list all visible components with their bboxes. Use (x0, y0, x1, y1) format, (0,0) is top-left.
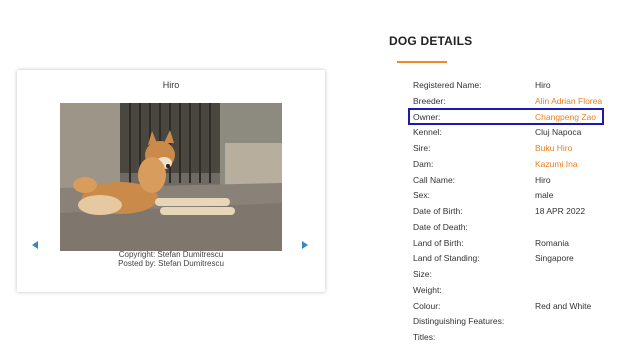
detail-value: 18 APR 2022 (535, 206, 586, 216)
detail-value: male (535, 190, 554, 201)
detail-value-link[interactable]: Kazumi Ina (535, 159, 578, 169)
detail-label: Registered Name: (413, 80, 482, 90)
detail-label: Breeder: (413, 95, 446, 106)
detail-value-link[interactable]: Alin Adrian Florea (535, 96, 602, 106)
heading-underline (397, 61, 447, 63)
detail-value: Hiro (535, 174, 551, 185)
dog-photo[interactable] (60, 103, 282, 251)
detail-row: Land of Standing: Singapore (413, 253, 613, 267)
detail-value: Romania (535, 237, 570, 248)
detail-label: Weight: (413, 284, 442, 295)
detail-label: Land of Birth: (413, 237, 464, 248)
detail-row: Date of Birth: 18 APR 2022 (413, 206, 613, 220)
detail-label: Dam: (413, 158, 434, 169)
detail-row: Weight: (413, 285, 613, 299)
detail-row: Sire: Buku Hiro (413, 143, 613, 157)
detail-row: Distinguishing Features: (413, 316, 613, 330)
detail-label: Size: (413, 269, 432, 279)
detail-label: Land of Standing: (413, 253, 480, 264)
next-arrow-icon[interactable] (302, 241, 308, 249)
previous-arrow-icon[interactable] (32, 241, 38, 249)
detail-row: Land of Birth: Romania (413, 238, 613, 252)
detail-row: Sex: male (413, 190, 613, 204)
detail-row: Colour: Red and White (413, 301, 613, 315)
detail-row: Dam: Kazumi Ina (413, 159, 613, 173)
detail-row: Kennel: Cluj Napoca (413, 127, 613, 141)
detail-label: Date of Death: (413, 221, 468, 232)
photo-posted-by: Posted by: Stefan Dumitrescu (118, 259, 224, 268)
detail-value: Singapore (535, 253, 574, 264)
detail-label: Call Name: (413, 174, 456, 185)
owner-row-highlight (408, 108, 604, 125)
detail-label: Titles: (413, 332, 436, 342)
detail-row: Size: (413, 269, 613, 283)
detail-row: Call Name: Hiro (413, 175, 613, 189)
detail-label: Colour: (413, 300, 441, 311)
photo-copyright: Copyright: Stefan Dumitrescu (118, 250, 224, 259)
dog-details-heading: DOG DETAILS (389, 34, 473, 48)
detail-label: Kennel: (413, 127, 442, 138)
detail-label: Sex: (413, 190, 431, 201)
dog-photo-card: Hiro Copyright: Stefan Dumitrescu Posted… (17, 70, 325, 292)
detail-label: Distinguishing Features: (413, 316, 505, 327)
detail-row: Date of Death: (413, 222, 613, 236)
detail-value: Red and White (535, 300, 592, 311)
photo-title: Hiro (162, 80, 180, 90)
detail-row: Registered Name: Hiro (413, 80, 613, 94)
detail-label: Sire: (413, 143, 431, 153)
detail-value: Hiro (535, 80, 551, 90)
detail-value-link[interactable]: Buku Hiro (535, 143, 572, 153)
detail-label: Date of Birth: (413, 206, 463, 216)
detail-value: Cluj Napoca (535, 127, 582, 138)
detail-row: Titles: (413, 332, 613, 346)
